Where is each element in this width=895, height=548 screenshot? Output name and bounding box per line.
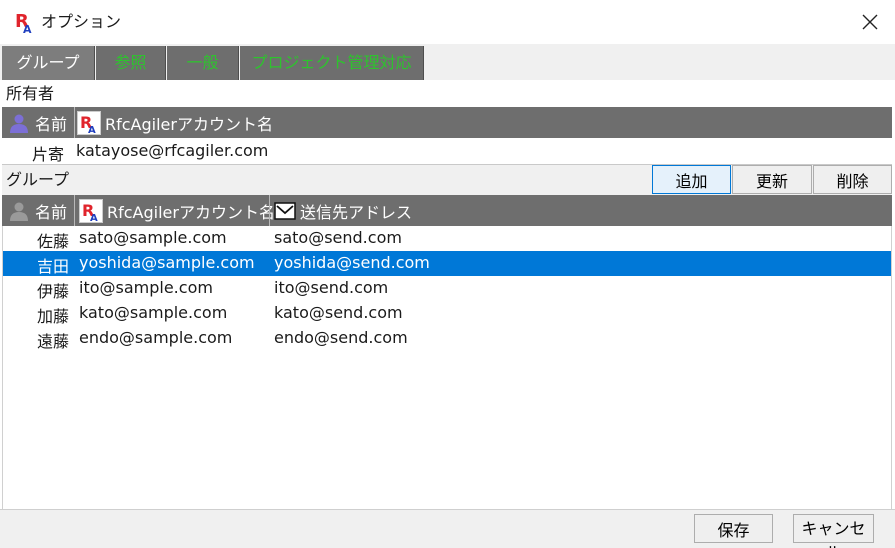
member-send-cell: sato@send.com [274, 228, 402, 247]
member-send-cell: yoshida@send.com [274, 253, 430, 272]
group-name-column-header[interactable]: 名前 [8, 195, 67, 226]
owner-section-label: 所有者 [6, 84, 55, 103]
owner-name-cell: 片寄 [32, 145, 65, 164]
save-button[interactable]: 保存 [694, 514, 773, 543]
tab-project-management[interactable]: プロジェクト管理対応 [240, 46, 424, 80]
member-name-cell: 加藤 [37, 307, 70, 326]
person-icon [10, 202, 28, 221]
owner-account-cell: katayose@rfcagiler.com [76, 141, 269, 160]
group-list[interactable]: 佐藤 sato@sample.com sato@send.com 吉田 yosh… [2, 226, 892, 509]
group-send-header-label: 送信先アドレス [300, 202, 413, 222]
svg-text:A: A [90, 213, 98, 223]
app-logo-icon: R A [15, 11, 32, 34]
person-icon [10, 114, 28, 133]
member-account-cell: yoshida@sample.com [79, 253, 255, 272]
rfcagiler-logo-icon: R A [77, 110, 101, 135]
owner-name-column-header[interactable]: 名前 [8, 107, 67, 138]
member-send-cell: endo@send.com [274, 328, 408, 347]
svg-text:A: A [88, 125, 96, 135]
mail-icon [274, 201, 296, 220]
member-account-cell: ito@sample.com [79, 278, 213, 297]
window-title: オプション [41, 12, 122, 31]
column-divider [269, 195, 270, 226]
member-send-cell: ito@send.com [274, 278, 389, 297]
table-row-selected[interactable]: 吉田 yoshida@sample.com yoshida@send.com [3, 251, 891, 276]
group-account-header-label: RfcAgilerアカウント名 [107, 202, 275, 222]
member-name-cell: 伊藤 [37, 282, 70, 301]
group-section-label: グループ [6, 170, 70, 189]
table-row[interactable]: 伊藤 ito@sample.com ito@send.com [3, 276, 891, 301]
owner-account-header-label: RfcAgilerアカウント名 [105, 114, 273, 134]
cancel-button[interactable]: キャンセル [793, 514, 874, 548]
tab-group[interactable]: グループ [2, 46, 95, 80]
close-button[interactable] [848, 0, 892, 44]
group-name-header-label: 名前 [35, 202, 68, 222]
tab-strip: グループ 参照 一般 プロジェクト管理対応 [0, 44, 895, 80]
group-account-column-header[interactable]: R A RfcAgilerアカウント名 [79, 195, 275, 226]
column-divider [74, 195, 75, 226]
owner-row[interactable]: 片寄 katayose@rfcagiler.com [2, 138, 892, 165]
close-icon [862, 14, 878, 30]
member-name-cell: 佐藤 [37, 232, 70, 251]
group-send-column-header[interactable]: 送信先アドレス [274, 195, 412, 226]
table-row[interactable]: 遠藤 endo@sample.com endo@send.com [3, 326, 891, 351]
tab-general[interactable]: 一般 [167, 46, 239, 80]
title-bar: R A オプション [0, 0, 895, 44]
add-button[interactable]: 追加 [652, 165, 731, 194]
group-header-row: 名前 R A RfcAgilerアカウント名 送信先アドレス [2, 195, 892, 226]
owner-header-row: 名前 R A RfcAgilerアカウント名 [2, 107, 892, 138]
group-toolbar: グループ 追加 更新 削除 [2, 165, 892, 195]
tab-reference[interactable]: 参照 [96, 46, 166, 80]
owner-account-column-header[interactable]: R A RfcAgilerアカウント名 [77, 107, 273, 138]
member-account-cell: sato@sample.com [79, 228, 227, 247]
table-row[interactable]: 加藤 kato@sample.com kato@send.com [3, 301, 891, 326]
member-name-cell: 遠藤 [37, 332, 70, 351]
table-row[interactable]: 佐藤 sato@sample.com sato@send.com [3, 226, 891, 251]
member-account-cell: endo@sample.com [79, 328, 233, 347]
member-send-cell: kato@send.com [274, 303, 403, 322]
member-name-cell: 吉田 [37, 257, 70, 276]
delete-button[interactable]: 削除 [813, 165, 892, 194]
member-account-cell: kato@sample.com [79, 303, 228, 322]
owner-name-header-label: 名前 [35, 114, 68, 134]
dialog-footer: 保存 キャンセル [0, 509, 895, 548]
column-divider [74, 107, 75, 138]
svg-text:A: A [23, 23, 32, 34]
rfcagiler-logo-icon: R A [79, 198, 103, 223]
update-button[interactable]: 更新 [732, 165, 812, 194]
